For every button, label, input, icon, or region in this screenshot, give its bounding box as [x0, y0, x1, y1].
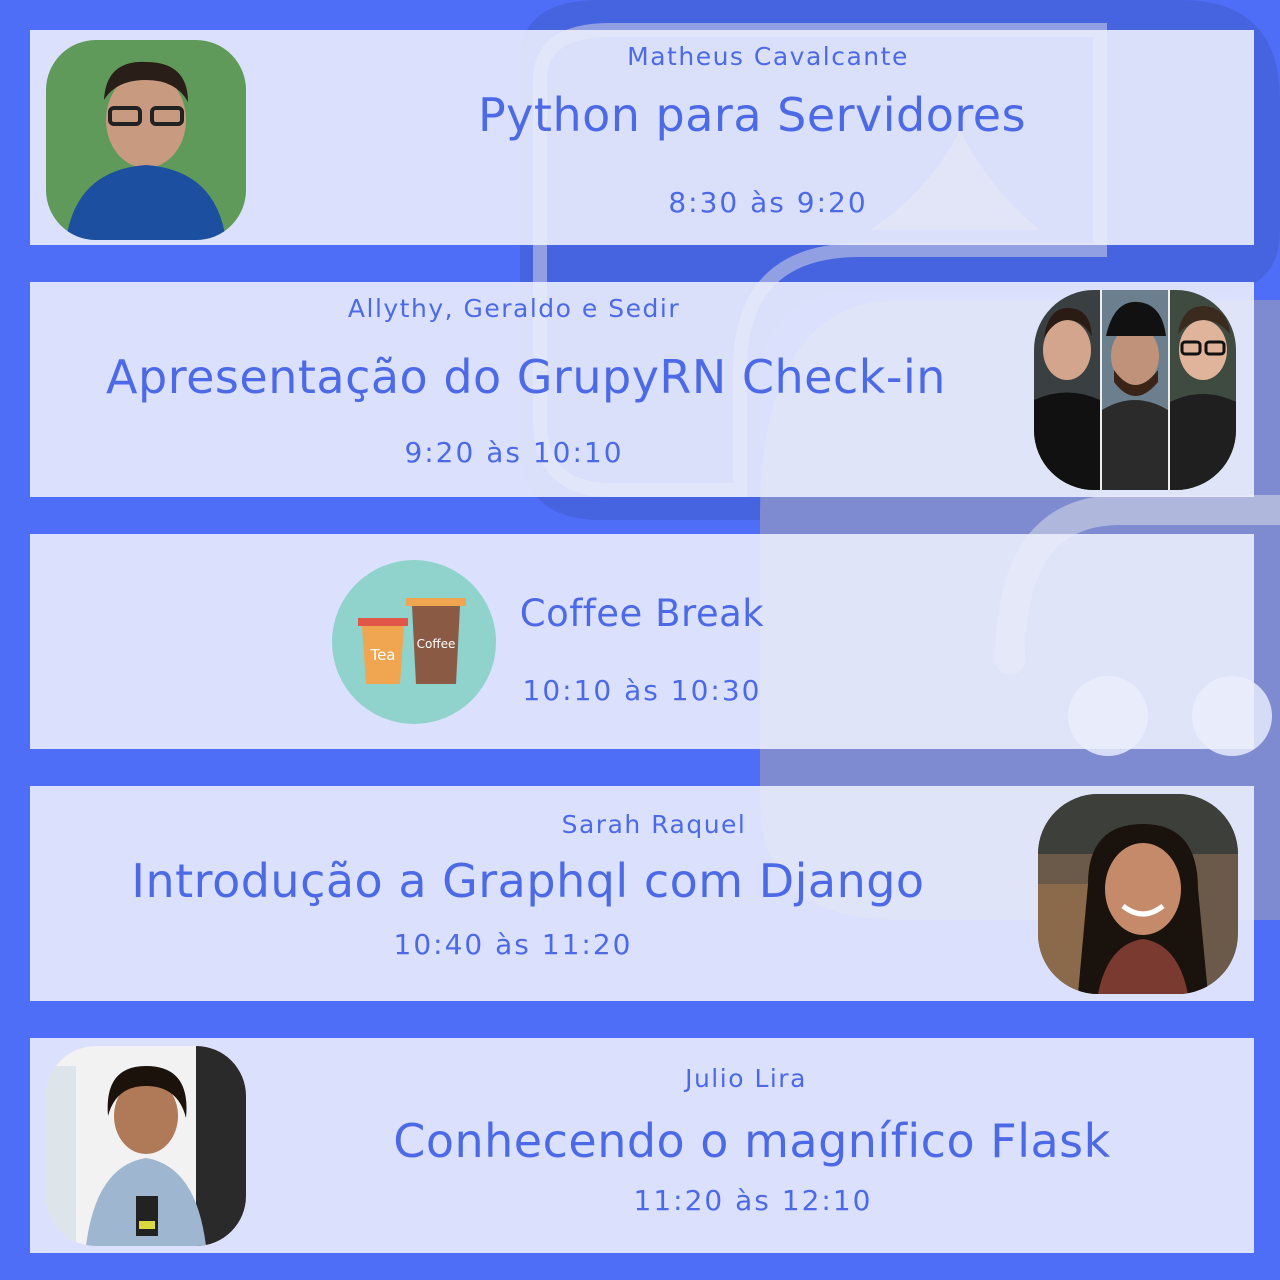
speaker-name: Julio Lira: [685, 1064, 807, 1093]
session-card: Matheus Cavalcante Python para Servidore…: [30, 30, 1254, 245]
session-time: 9:20 às 10:10: [404, 436, 624, 469]
session-card: Allythy, Geraldo e Sedir Apresentação do…: [30, 282, 1254, 497]
speaker-name: Allythy, Geraldo e Sedir: [347, 294, 681, 323]
coffee-cups-icon: Tea Coffee: [332, 560, 496, 724]
speaker-photo: [1038, 794, 1238, 994]
break-card: Tea Coffee Coffee Break 10:10 às 10:30: [30, 534, 1254, 749]
session-time: 10:40 às 11:20: [393, 928, 633, 961]
session-title: Coffee Break: [519, 592, 765, 635]
session-time: 8:30 às 9:20: [668, 186, 868, 219]
speaker-name: Matheus Cavalcante: [627, 42, 909, 71]
tea-label: Tea: [369, 646, 395, 664]
coffee-label: Coffee: [417, 637, 456, 651]
session-time: 10:10 às 10:30: [522, 674, 762, 707]
session-title: Apresentação do GrupyRN Check-in: [106, 350, 946, 404]
session-card: Sarah Raquel Introdução a Graphql com Dj…: [30, 786, 1254, 1001]
session-time: 11:20 às 12:10: [633, 1184, 873, 1217]
speaker-photo: [46, 1046, 246, 1246]
speakers-photo-group: [1034, 290, 1236, 490]
speaker-name: Sarah Raquel: [561, 810, 747, 839]
speaker-photo: [46, 40, 246, 240]
session-title: Conhecendo o magnífico Flask: [393, 1114, 1111, 1168]
session-title: Python para Servidores: [477, 88, 1027, 142]
session-title: Introdução a Graphql com Django: [131, 854, 925, 908]
session-card: Julio Lira Conhecendo o magnífico Flask …: [30, 1038, 1254, 1253]
